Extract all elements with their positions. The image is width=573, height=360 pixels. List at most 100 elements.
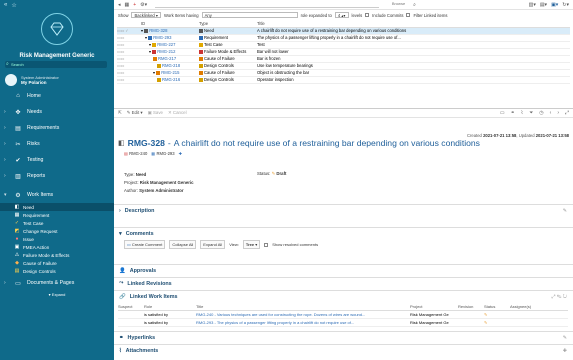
row-controls[interactable]: ▭▭ — [117, 76, 141, 84]
collapse-detail-icon[interactable]: ⇱ — [118, 110, 122, 116]
col-id[interactable]: ID — [141, 20, 199, 28]
sidebar-sub-need[interactable]: ◧ Need — [0, 203, 114, 211]
prev-icon[interactable]: ‹ — [550, 110, 552, 116]
row-controls[interactable]: ▭▭ — [117, 41, 141, 49]
linked-item-title[interactable]: RMG-240 - Various techniques are used fo… — [196, 310, 410, 319]
user-name[interactable]: My Polarion — [21, 80, 59, 85]
columns-icon[interactable]: ▥▾ — [529, 2, 536, 8]
status-field[interactable]: Status: ✎ Draft — [257, 171, 286, 177]
add-icon[interactable]: + — [133, 2, 136, 8]
tree-id[interactable]: RMG-218 — [162, 63, 180, 68]
sidebar-search-input[interactable]: ⌕ Search — [5, 61, 107, 68]
user-panel[interactable]: System Administrator My Polarion — [5, 74, 59, 86]
tree-row[interactable]: ▭▭ ▾ RMG-215 Cause of Failure Object is ob… — [117, 69, 570, 77]
show-select[interactable]: Backlinked ▾ — [131, 12, 162, 18]
row-controls[interactable]: ▭▭ — [117, 48, 141, 56]
row-controls[interactable]: ▭▭ — [117, 69, 141, 77]
chevron-right-icon[interactable]: › — [4, 173, 9, 179]
project-name[interactable]: Risk Management Generic — [0, 53, 114, 59]
sidebar-sub-design-controls[interactable]: ▤ Design Controls — [0, 267, 114, 275]
cancel-button[interactable]: ✕ Cancel — [168, 110, 187, 116]
parent-link-2[interactable]: ▦ RMG-293 — [151, 151, 174, 156]
chevron-right-icon[interactable]: › — [4, 280, 9, 286]
section-hyperlinks[interactable]: ⚭ Hyperlinks ✎ — [114, 331, 573, 343]
sidebar-item-testing[interactable]: › ✔ Testing — [0, 152, 114, 168]
tree-id[interactable]: RMG-293 — [153, 35, 171, 40]
row-controls[interactable]: ▭▭ — [117, 34, 141, 42]
linked-item-title[interactable]: RMG-293 - The physics of a passenger lif… — [196, 318, 410, 327]
filter-linked-checkbox[interactable] — [406, 13, 411, 17]
settings-icon[interactable]: ⚙▾ — [140, 2, 147, 8]
sidebar-sub-test-case[interactable]: ✓ Test Case — [0, 219, 114, 227]
show-resolved-checkbox[interactable] — [264, 242, 269, 247]
view-select[interactable]: Tree ▾ — [242, 240, 261, 249]
having-select[interactable]: Any — [201, 12, 298, 18]
tree-id[interactable]: RMG-227 — [157, 42, 175, 47]
section-attachments[interactable]: ⌇ Attachments ✚ — [114, 344, 573, 356]
tree-row[interactable]: ▭▭ ▾ RMG-212 Failure Mode & Effects Bar wi… — [117, 48, 570, 56]
tree-id[interactable]: RMG-212 — [157, 49, 175, 54]
layout-icon[interactable]: ▤▾ — [540, 2, 547, 8]
section-approvals[interactable]: 👤 Approvals — [114, 264, 573, 276]
chevron-right-icon[interactable]: › — [4, 125, 9, 131]
expand-all-button[interactable]: Expand All — [200, 240, 226, 249]
sidebar-sub-cause-of-failure[interactable]: ◆ Cause of Failure — [0, 259, 114, 267]
filter-icon[interactable]: ⏷ — [529, 110, 533, 116]
expand-chevron-icon[interactable]: ▾ — [145, 35, 147, 40]
table-view-icon[interactable]: ▦ — [125, 2, 130, 8]
next-icon[interactable]: › — [557, 110, 559, 116]
chevron-right-icon[interactable]: › — [4, 109, 9, 115]
back-icon[interactable]: « — [4, 2, 7, 8]
attach-icon[interactable]: ⌇ — [521, 110, 523, 116]
expand-sidebar-button[interactable]: ▾ Expand — [0, 292, 114, 297]
sidebar-item-needs[interactable]: › ✥ Needs — [0, 104, 114, 120]
chevron-right-icon[interactable]: › — [4, 141, 9, 147]
sidebar-sub-issue[interactable]: ● Issue — [0, 235, 114, 243]
sidebar-sub-change-request[interactable]: ◩ Change Request — [0, 227, 114, 235]
levels-stepper[interactable]: 4 ▴▾ — [334, 12, 349, 18]
parent-link-1[interactable]: ▤ RMG-240 — [124, 151, 147, 156]
sidebar-item-home[interactable]: ⌂ Home — [0, 88, 114, 104]
tree-row[interactable]: ▭▭ ▾ RMG-227 Test Case Test — [117, 41, 570, 49]
sidebar-item-reports[interactable]: › ▥ Reports — [0, 168, 114, 184]
linked-items-tools[interactable]: ⤢ ✎ ↻ — [551, 294, 567, 300]
section-linked-work-items[interactable]: 🔗 Linked Work Items ⤢ ✎ ↻ — [114, 290, 573, 302]
view-icon[interactable]: ▣▾ — [551, 2, 558, 8]
sidebar-sub-requirement[interactable]: ▦ Requirement — [0, 211, 114, 219]
clear-search-icon[interactable]: ⌕ — [413, 2, 416, 8]
expand-chevron-icon[interactable]: ▾ — [149, 49, 151, 54]
expand-chevron-icon[interactable]: ▾ — [149, 42, 151, 47]
tree-id[interactable]: RMG-217 — [158, 56, 176, 61]
col-type[interactable]: Type — [199, 20, 257, 28]
section-linked-revisions[interactable]: ⤳ Linked Revisions — [114, 277, 573, 289]
add-link-icon[interactable]: ✚ — [179, 151, 183, 156]
collapse-all-button[interactable]: Collapse All — [169, 240, 197, 249]
expand-chevron-icon[interactable]: ▾ — [153, 70, 155, 75]
section-comments[interactable]: ▾ Comments — [114, 227, 573, 239]
refresh-icon[interactable]: ↻▾ — [562, 2, 569, 8]
row-controls[interactable]: ▭▭ — [117, 55, 141, 63]
tree-id[interactable]: RMG-216 — [162, 77, 180, 82]
add-attachment-icon[interactable]: ✚ — [563, 348, 567, 354]
tree-id[interactable]: RMG-328 — [149, 28, 167, 33]
row-controls[interactable]: ▭▭ ✓ — [117, 27, 141, 35]
include-commits-checkbox[interactable] — [365, 13, 370, 17]
expand-chevron-icon[interactable]: ▾ — [141, 28, 143, 33]
tree-row[interactable]: ▭▭ ▾ RMG-293 Requirement The physics of a … — [117, 34, 570, 42]
edit-icon[interactable]: ✎ — [563, 208, 567, 214]
tree-id[interactable]: RMG-215 — [161, 70, 179, 75]
star-icon[interactable]: ☆ — [11, 2, 16, 9]
tree-row[interactable]: ▭▭ RMG-216 Design Controls Operator inspec… — [117, 76, 570, 84]
sidebar-item-work-items[interactable]: ▾ ⚙ Work Items — [0, 187, 114, 203]
chevron-down-icon[interactable]: ▾ — [4, 192, 9, 198]
tree-row[interactable]: ▭▭ RMG-218 Design Controls Use low tempera… — [117, 62, 570, 70]
col-title[interactable]: Title — [257, 20, 570, 28]
tree-row[interactable]: ▭▭ RMG-217 Cause of Failure Bar is frozen — [117, 55, 570, 63]
history-icon[interactable]: ◷ — [539, 110, 543, 116]
comment-icon[interactable]: ▭ — [500, 110, 505, 116]
sidebar-sub-fmea-action[interactable]: ▣ FMEA Action — [0, 243, 114, 251]
row-controls[interactable]: ▭▭ — [117, 62, 141, 70]
save-button[interactable]: ▣ Save — [148, 110, 163, 116]
linked-item-row[interactable]: is satisfied by RMG-293 - The physics of … — [118, 318, 568, 327]
maximize-icon[interactable]: ⤢ — [565, 110, 569, 116]
